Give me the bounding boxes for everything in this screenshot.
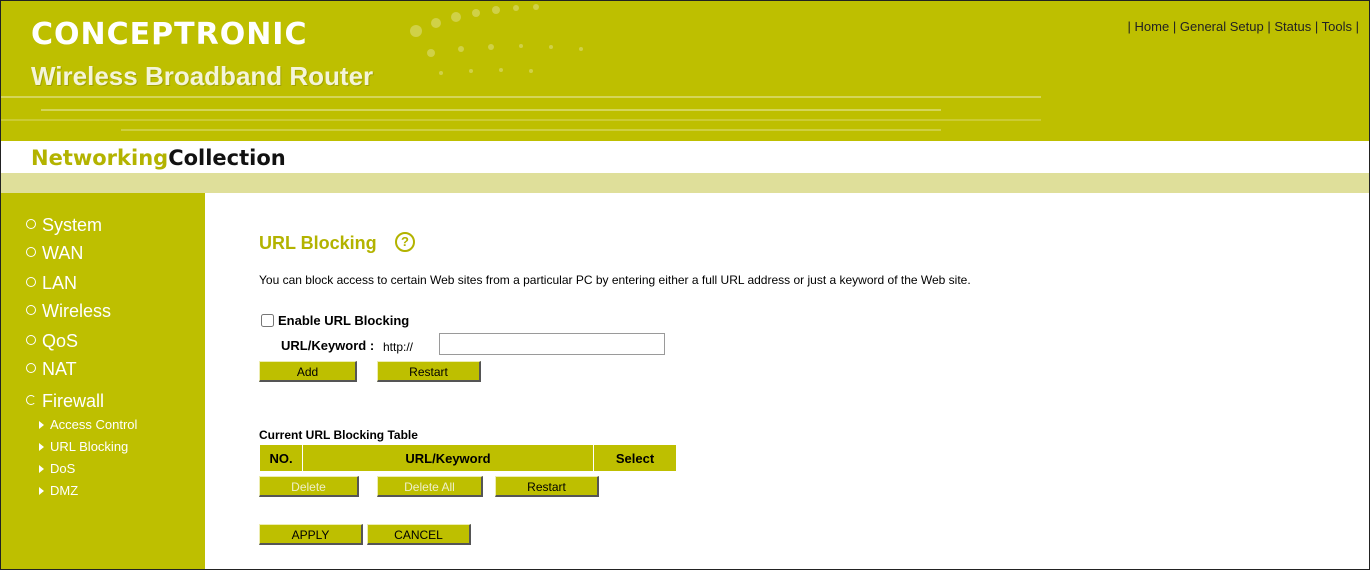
sidebar-item-label: NAT	[42, 359, 77, 379]
collection-title-part2: Collection	[168, 146, 286, 170]
radio-bullet-icon	[26, 247, 36, 258]
sidebar-item-qos[interactable]: QoS	[26, 331, 78, 352]
cancel-button[interactable]: CANCEL	[367, 524, 471, 545]
brand-logo: CONCEPTRONIC	[31, 17, 308, 52]
header-streak	[1, 119, 1041, 121]
table-header-no: NO.	[259, 444, 303, 472]
header-dots-decoration	[410, 4, 583, 75]
header-streak	[41, 109, 941, 111]
sidebar-item-firewall[interactable]: Firewall	[26, 391, 104, 412]
sidebar-subitem-label: DMZ	[50, 483, 79, 498]
topnav-separator: |	[1172, 19, 1177, 34]
topnav-home[interactable]: Home	[1135, 19, 1170, 34]
page-title: URL Blocking	[259, 233, 377, 253]
radio-bullet-icon	[26, 335, 36, 346]
main-content: URL Blocking ? You can block access to c…	[205, 193, 1369, 569]
sidebar-item-nat[interactable]: NAT	[26, 359, 77, 380]
triangle-bullet-icon	[39, 442, 44, 451]
url-keyword-label: URL/Keyword :	[281, 338, 375, 353]
table-header-url-keyword: URL/Keyword	[302, 444, 594, 472]
sidebar-item-label: LAN	[42, 273, 78, 293]
sidebar-subitem-dos[interactable]: DoS	[39, 461, 75, 476]
enable-url-blocking[interactable]: Enable URL Blocking	[261, 313, 409, 328]
collection-banner: NetworkingCollection	[1, 141, 1369, 173]
radio-bullet-icon	[26, 363, 36, 374]
collection-title-part1: Networking	[31, 146, 169, 170]
topnav-separator: |	[1267, 19, 1271, 34]
header-streak	[1, 96, 1041, 98]
triangle-bullet-icon	[39, 486, 44, 495]
sidebar-subitem-label: DoS	[50, 461, 76, 476]
top-navigation: | Home | General Setup | Status | Tools …	[1128, 19, 1359, 34]
enable-url-blocking-label: Enable URL Blocking	[278, 313, 410, 328]
sidebar-item-label: Firewall	[42, 391, 105, 411]
url-prefix: http://	[383, 340, 414, 354]
header-streak	[121, 129, 941, 131]
sidebar-item-wan[interactable]: WAN	[26, 243, 83, 264]
radio-bullet-icon	[26, 219, 36, 230]
table-title: Current URL Blocking Table	[259, 428, 418, 442]
radio-bullet-icon	[26, 395, 36, 406]
table-header-select: Select	[593, 444, 677, 472]
topnav-tools[interactable]: Tools	[1322, 19, 1352, 34]
product-subtitle: Wireless Broadband Router	[31, 61, 374, 91]
sidebar-item-label: WAN	[42, 243, 84, 263]
radio-bullet-icon	[26, 277, 36, 288]
sidebar-item-label: System	[42, 215, 103, 235]
topnav-separator: |	[1355, 19, 1359, 34]
topnav-general-setup[interactable]: General Setup	[1180, 19, 1264, 34]
sidebar-item-label: Wireless	[42, 301, 112, 321]
sidebar-subitem-url-blocking[interactable]: URL Blocking	[39, 439, 128, 454]
topnav-separator: |	[1127, 19, 1131, 34]
sidebar-item-lan[interactable]: LAN	[26, 273, 77, 294]
sidebar: System WAN LAN Wireless QoS NAT Firewall…	[1, 193, 205, 569]
add-button[interactable]: Add	[259, 361, 357, 382]
sidebar-item-wireless[interactable]: Wireless	[26, 301, 111, 322]
help-icon[interactable]: ?	[395, 232, 415, 252]
enable-url-blocking-checkbox[interactable]	[261, 314, 274, 327]
sidebar-subitem-label: URL Blocking	[50, 439, 129, 454]
topnav-separator: |	[1314, 19, 1319, 34]
sidebar-item-label: QoS	[42, 331, 79, 351]
restart-button[interactable]: Restart	[377, 361, 481, 382]
page-frame: CONCEPTRONIC Wireless Broadband Router |…	[0, 0, 1370, 570]
triangle-bullet-icon	[39, 420, 44, 429]
triangle-bullet-icon	[39, 464, 44, 473]
topnav-status[interactable]: Status	[1274, 19, 1311, 34]
sidebar-subitem-dmz[interactable]: DMZ	[39, 483, 78, 498]
table-header-row: NO. URL/Keyword Select	[259, 444, 677, 472]
radio-bullet-icon	[26, 305, 36, 316]
sidebar-subitem-label: Access Control	[50, 417, 138, 432]
apply-button[interactable]: APPLY	[259, 524, 363, 545]
sidebar-item-system[interactable]: System	[26, 215, 102, 236]
delete-all-button[interactable]: Delete All	[377, 476, 483, 497]
collection-title: NetworkingCollection	[31, 146, 286, 170]
url-keyword-input[interactable]	[439, 333, 665, 355]
url-blocking-table: NO. URL/Keyword Select	[259, 444, 677, 472]
header: CONCEPTRONIC Wireless Broadband Router |…	[1, 1, 1369, 141]
page-description: You can block access to certain Web site…	[259, 273, 971, 287]
divider-band	[1, 173, 1369, 193]
delete-button[interactable]: Delete	[259, 476, 359, 497]
restart-table-button[interactable]: Restart	[495, 476, 599, 497]
sidebar-subitem-access-control[interactable]: Access Control	[39, 417, 137, 432]
